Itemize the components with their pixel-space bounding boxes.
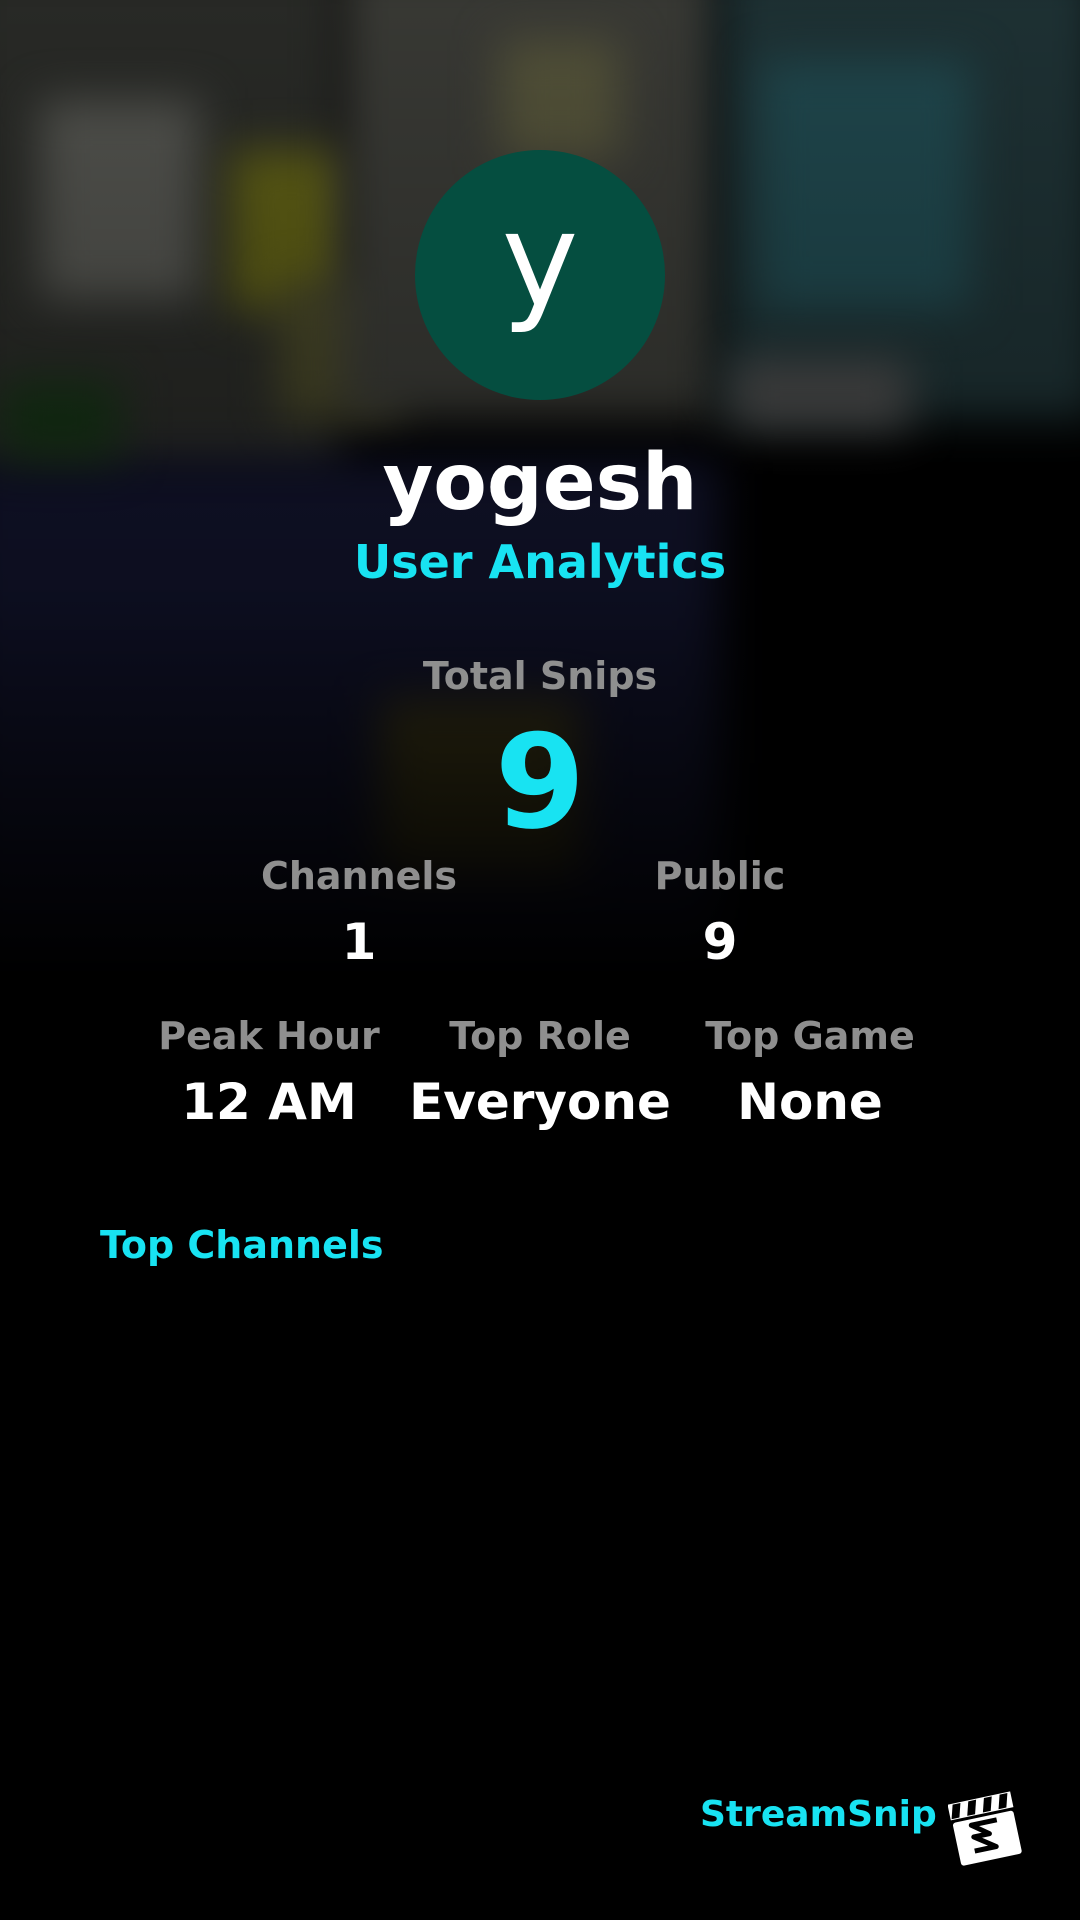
analytics-card: y yogesh User Analytics Total Snips 9 Ch… bbox=[0, 0, 1080, 1920]
top-game-value: None bbox=[737, 1073, 883, 1131]
top-channels-heading: Top Channels bbox=[100, 1223, 384, 1267]
channels-value: 1 bbox=[341, 913, 377, 971]
peak-hour-label: Peak Hour bbox=[158, 1014, 380, 1058]
total-snips-value: 9 bbox=[494, 706, 586, 858]
public-label: Public bbox=[654, 854, 786, 898]
clapperboard-icon bbox=[947, 1788, 1026, 1866]
top-role-value: Everyone bbox=[409, 1073, 671, 1131]
username: yogesh bbox=[382, 438, 698, 528]
peak-hour-value: 12 AM bbox=[181, 1073, 357, 1131]
avatar-letter: y bbox=[501, 184, 579, 336]
avatar: y bbox=[415, 150, 665, 400]
public-value: 9 bbox=[702, 913, 738, 971]
channels-label: Channels bbox=[260, 854, 458, 898]
top-role-label: Top Role bbox=[449, 1014, 631, 1058]
total-snips-label: Total Snips bbox=[422, 654, 658, 698]
page-subtitle: User Analytics bbox=[353, 535, 727, 589]
top-game-label: Top Game bbox=[705, 1014, 915, 1058]
brand-name: StreamSnip bbox=[700, 1794, 937, 1835]
